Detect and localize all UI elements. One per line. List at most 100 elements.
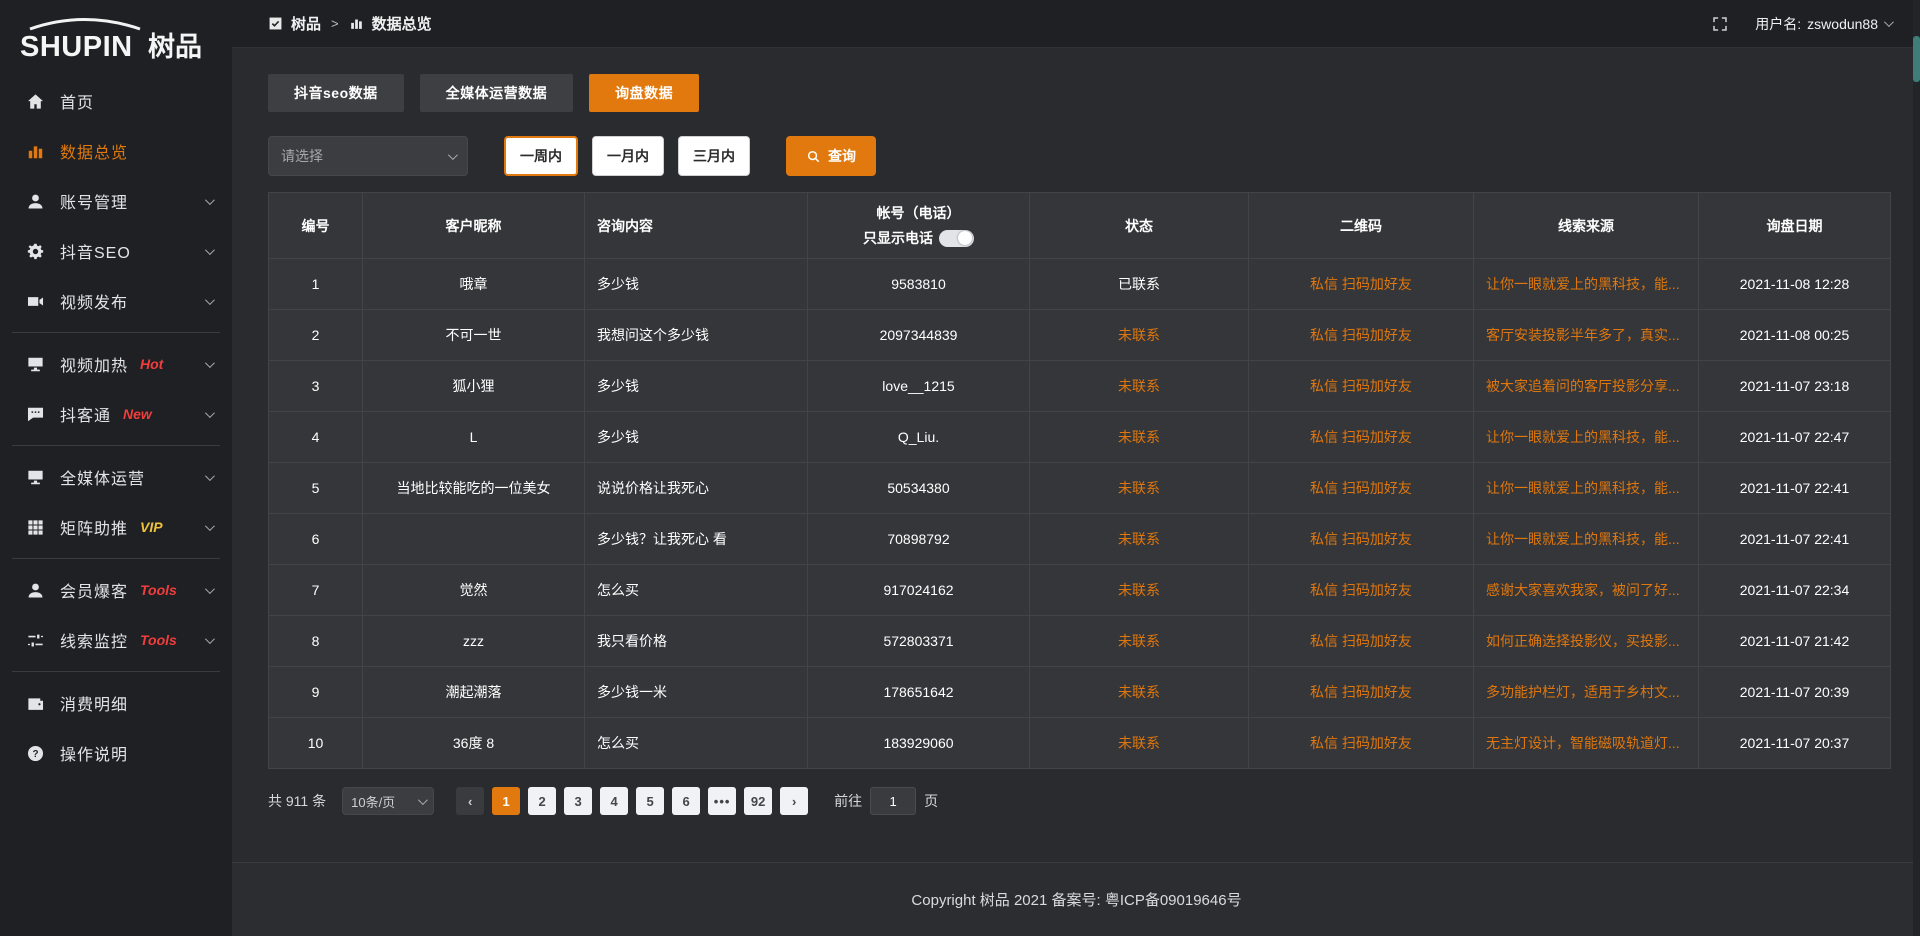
page-button-92[interactable]: 92 [744,787,772,815]
sidebar-item-consumption-detail[interactable]: 消费明细 [0,678,232,728]
qrcode-link[interactable]: 私信 扫码加好友 [1249,412,1474,463]
cell-date: 2021-11-07 22:41 [1699,514,1891,565]
qrcode-link[interactable]: 私信 扫码加好友 [1249,667,1474,718]
sidebar-item-label: 首页 [60,89,94,113]
chevron-down-icon [1884,17,1894,27]
table-row: 8zzz我只看价格572803371未联系私信 扫码加好友如何正确选择投影仪，买… [269,616,1891,667]
column-header-content: 咨询内容 [585,193,808,259]
page-ellipsis-button[interactable]: ••• [708,787,736,815]
sidebar-item-media-operation[interactable]: 全媒体运营 [0,452,232,502]
page-button-6[interactable]: 6 [672,787,700,815]
query-button[interactable]: 查询 [786,136,876,176]
tab-douyin-seo-data[interactable]: 抖音seo数据 [268,74,404,112]
svg-text:?: ? [32,748,38,759]
source-link[interactable]: 让你一眼就爱上的黑科技，能... [1474,412,1699,463]
tab-media-operation-data[interactable]: 全媒体运营数据 [420,74,574,112]
sidebar-item-member-baoke[interactable]: 会员爆客Tools [0,565,232,615]
cell-date: 2021-11-07 22:34 [1699,565,1891,616]
cell-date: 2021-11-08 00:25 [1699,310,1891,361]
page-button-5[interactable]: 5 [636,787,664,815]
range-button-1[interactable]: 一月内 [592,136,664,176]
sidebar-item-operation-guide[interactable]: ?操作说明 [0,728,232,778]
qrcode-link[interactable]: 私信 扫码加好友 [1249,463,1474,514]
source-link[interactable]: 让你一眼就爱上的黑科技，能... [1474,259,1699,310]
pagination: 共 911 条 10条/页 ‹ 123456•••92 › 前往 页 [268,787,1891,815]
scrollbar-track[interactable] [1913,0,1920,936]
page-button-3[interactable]: 3 [564,787,592,815]
cell-id: 2 [269,310,363,361]
sidebar-item-douyin-seo[interactable]: 抖音SEO [0,226,232,276]
page-button-4[interactable]: 4 [600,787,628,815]
status-badge: 未联系 [1030,310,1249,361]
qrcode-link[interactable]: 私信 扫码加好友 [1249,616,1474,667]
tab-inquiry-data[interactable]: 询盘数据 [589,74,699,112]
chevron-down-icon [205,242,212,260]
cell-date: 2021-11-08 12:28 [1699,259,1891,310]
fullscreen-icon[interactable] [1711,15,1729,33]
video-icon [26,292,45,311]
user-menu[interactable]: 用户名: zswodun88 [1755,14,1891,34]
badge-tools: Tools [140,632,177,648]
cell-nickname: 当地比较能吃的一位美女 [363,463,585,514]
qrcode-link[interactable]: 私信 扫码加好友 [1249,718,1474,769]
sidebar-item-video-publish[interactable]: 视频发布 [0,276,232,326]
phone-only-toggle[interactable] [939,230,974,247]
source-link[interactable]: 让你一眼就爱上的黑科技，能... [1474,514,1699,565]
table-row: 7觉然怎么买917024162未联系私信 扫码加好友感谢大家喜欢我家，被问了好.… [269,565,1891,616]
source-link[interactable]: 如何正确选择投影仪，买投影... [1474,616,1699,667]
chevron-down-icon [205,631,212,649]
cell-nickname [363,514,585,565]
page-button-1[interactable]: 1 [492,787,520,815]
qrcode-link[interactable]: 私信 扫码加好友 [1249,361,1474,412]
account-select[interactable]: 请选择 [268,136,468,176]
cell-content: 我想问这个多少钱 [585,310,808,361]
chevron-down-icon [205,292,212,310]
goto-page-input[interactable] [870,787,916,815]
user-icon [26,192,45,211]
cell-date: 2021-11-07 20:37 [1699,718,1891,769]
page-button-2[interactable]: 2 [528,787,556,815]
total-count: 共 911 条 [268,791,326,811]
sidebar-item-video-heating[interactable]: 视频加热Hot [0,339,232,389]
sidebar-item-label: 视频加热 [60,352,128,376]
page-buttons: 123456 ••• 92 [492,787,780,815]
cell-account: 178651642 [808,667,1030,718]
cell-content: 多少钱 [585,259,808,310]
logo-text-cn: 树品 [148,32,202,62]
source-link[interactable]: 多功能护栏灯，适用于乡村文... [1474,667,1699,718]
cell-nickname: 哦章 [363,259,585,310]
bar-chart-icon [26,142,45,161]
cell-account: 183929060 [808,718,1030,769]
table-row: 2不可一世我想问这个多少钱2097344839未联系私信 扫码加好友客厅安装投影… [269,310,1891,361]
source-link[interactable]: 感谢大家喜欢我家，被问了好... [1474,565,1699,616]
qrcode-link[interactable]: 私信 扫码加好友 [1249,310,1474,361]
source-link[interactable]: 无主灯设计，智能磁吸轨道灯... [1474,718,1699,769]
sidebar-item-douketong[interactable]: 抖客通New [0,389,232,439]
qrcode-link[interactable]: 私信 扫码加好友 [1249,514,1474,565]
toggle-knob [958,231,972,245]
chevron-down-icon [205,192,212,210]
sidebar-item-account-management[interactable]: 账号管理 [0,176,232,226]
qrcode-link[interactable]: 私信 扫码加好友 [1249,565,1474,616]
source-link[interactable]: 客厅安装投影半年多了，真实... [1474,310,1699,361]
cell-content: 多少钱 [585,412,808,463]
prev-page-button[interactable]: ‹ [456,787,484,815]
badge-new: New [123,406,152,422]
sidebar-item-data-overview[interactable]: 数据总览 [0,126,232,176]
qrcode-link[interactable]: 私信 扫码加好友 [1249,259,1474,310]
range-button-2[interactable]: 三月内 [678,136,750,176]
source-link[interactable]: 被大家追着问的客厅投影分享... [1474,361,1699,412]
source-link[interactable]: 让你一眼就爱上的黑科技，能... [1474,463,1699,514]
page-size-select[interactable]: 10条/页 [342,787,434,815]
breadcrumb-root[interactable]: 树品 [291,13,321,34]
sidebar-item-matrix-boost[interactable]: 矩阵助推VIP [0,502,232,552]
sidebar-item-home[interactable]: 首页 [0,76,232,126]
range-button-0[interactable]: 一周内 [504,136,578,176]
sidebar-divider [12,558,220,559]
cell-date: 2021-11-07 22:41 [1699,463,1891,514]
scrollbar-thumb[interactable] [1913,36,1920,82]
search-icon [806,149,821,164]
sidebar-item-clue-monitor[interactable]: 线索监控Tools [0,615,232,665]
next-page-button[interactable]: › [780,787,808,815]
breadcrumb-separator: > [329,16,341,31]
